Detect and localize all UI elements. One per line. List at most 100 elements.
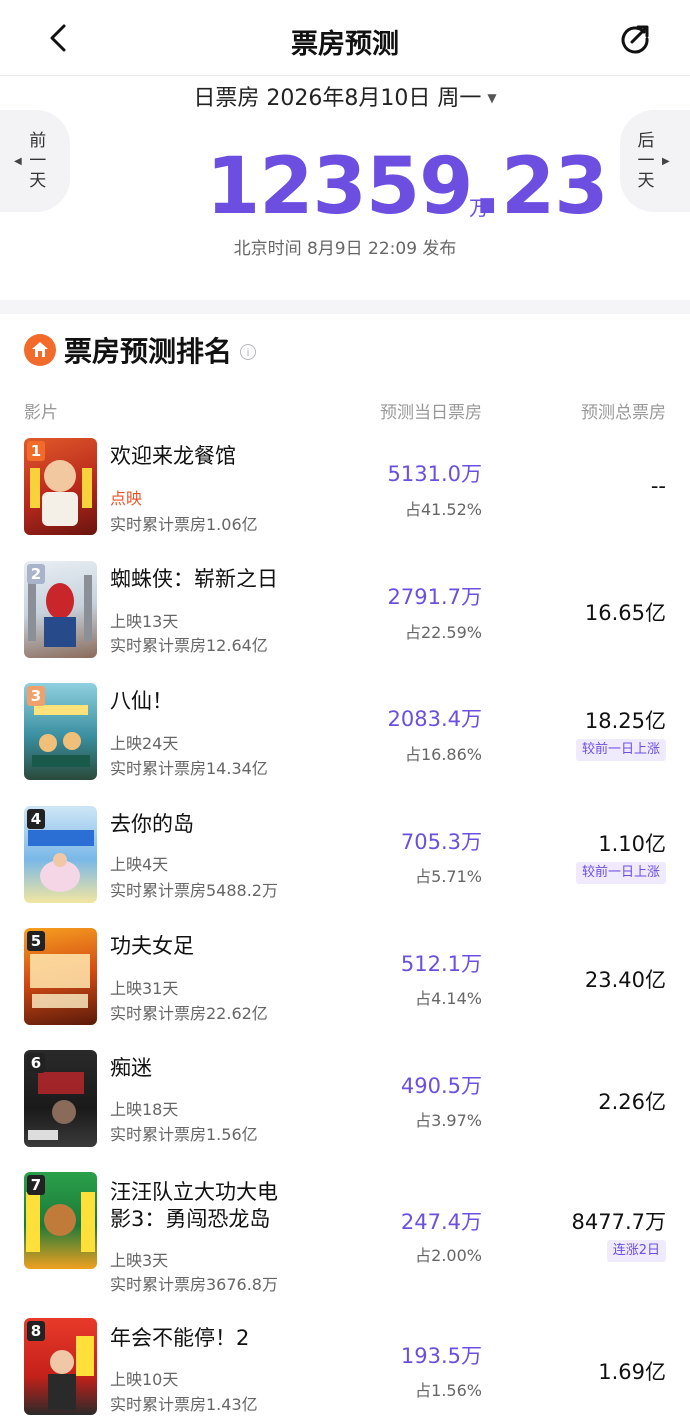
movie-status: 上映10天 <box>110 1370 179 1389</box>
movie-name: 功夫女足 <box>110 934 194 958</box>
page-title: 票房预测 <box>291 29 399 60</box>
list-item[interactable]: 1 欢迎来龙餐馆 点映 实时累计票房1.06亿 5131.0万 占41.52% … <box>0 438 690 538</box>
date-label: 日票房 2026年8月10日 周一 <box>193 86 482 111</box>
movie-name: 蜘蛛侠：崭新之日 <box>110 567 278 591</box>
arrow-right-icon: ▶ <box>662 155 670 167</box>
ranking-title: 票房预测排名 <box>64 335 233 368</box>
info-icon[interactable]: i <box>240 344 257 360</box>
total-box-office-value: 23.40亿 <box>584 968 666 992</box>
day-box-office: 705.3万 <box>400 830 482 854</box>
movie-cumulative: 实时累计票房5488.2万 <box>110 881 278 900</box>
day-box-office: 193.5万 <box>400 1344 482 1368</box>
rank-badge: 5 <box>27 931 45 951</box>
movie-cumulative: 实时累计票房1.06亿 <box>110 515 258 534</box>
total-box-office-value: 8477.7万 <box>571 1210 666 1234</box>
share-percent: 占5.71% <box>415 867 482 886</box>
total-box-office-value: 16.65亿 <box>584 601 666 625</box>
movie-cumulative: 实时累计票房14.34亿 <box>110 759 268 778</box>
list-item[interactable]: 2 蜘蛛侠：崭新之日 上映13天 实时累计票房12.64亿 2791.7万 占2… <box>0 561 690 661</box>
movie-name-line2: 影3：勇闯恐龙岛 <box>110 1207 271 1231</box>
rank-badge: 4 <box>27 809 45 829</box>
share-percent: 占2.00% <box>415 1246 482 1265</box>
rank-badge: 3 <box>27 686 45 706</box>
total-box-office-value: 2.26亿 <box>598 1090 666 1114</box>
total-box-office-value: 1.69亿 <box>598 1360 666 1384</box>
ranking-header: 票房预测排名 i <box>24 330 257 370</box>
trend-tag: 连涨2日 <box>606 1240 666 1262</box>
movie-status: 上映31天 <box>110 979 179 998</box>
total-box-office-value: 1.10亿 <box>598 832 666 856</box>
total-box-office-value: -- <box>650 474 666 498</box>
movie-poster: 5 <box>24 928 97 1025</box>
movie-cumulative: 实时累计票房22.62亿 <box>110 1004 268 1023</box>
list-item[interactable]: 8 年会不能停！2 上映10天 实时累计票房1.43亿 193.5万 占1.56… <box>0 1318 690 1416</box>
col-total-bo: 预测总票房 <box>581 403 666 423</box>
list-item[interactable]: 5 功夫女足 上映31天 实时累计票房22.62亿 512.1万 占4.14% … <box>0 928 690 1028</box>
list-item[interactable]: 3 八仙！ 上映24天 实时累计票房14.34亿 2083.4万 占16.86%… <box>0 683 690 783</box>
total-box-office: 12359.23 <box>206 142 609 232</box>
list-item[interactable]: 6 痴迷 上映18天 实时累计票房1.56亿 490.5万 占3.97% 2.2… <box>0 1050 690 1150</box>
share-percent: 占3.97% <box>415 1111 482 1130</box>
day-box-office: 512.1万 <box>400 952 482 976</box>
movie-name: 八仙！ <box>110 689 173 713</box>
movie-poster: 3 <box>24 683 97 780</box>
date-selector[interactable]: 日票房 2026年8月10日 周一 ▼ <box>0 80 690 112</box>
share-percent: 占4.14% <box>415 989 482 1008</box>
total-unit: 万 <box>469 196 489 220</box>
rank-badge: 6 <box>27 1053 45 1073</box>
total-box-office-value: 18.25亿 <box>584 709 666 733</box>
movie-status: 上映18天 <box>110 1100 179 1119</box>
movie-poster: 8 <box>24 1318 97 1415</box>
next-day-button[interactable]: 后一天 ▶ <box>620 110 690 212</box>
prev-day-button[interactable]: ◀ 前一天 <box>0 110 70 212</box>
share-percent: 占1.56% <box>415 1381 482 1400</box>
day-box-office: 490.5万 <box>400 1074 482 1098</box>
list-item[interactable]: 4 去你的岛 上映4天 实时累计票房5488.2万 705.3万 占5.71% … <box>0 806 690 906</box>
movie-name: 年会不能停！2 <box>110 1326 250 1350</box>
movie-cumulative: 实时累计票房3676.8万 <box>110 1275 278 1294</box>
movie-poster: 1 <box>24 438 97 535</box>
share-icon <box>621 25 649 54</box>
caret-down-icon: ▼ <box>487 91 497 105</box>
trend-tag: 较前一日上涨 <box>575 862 666 884</box>
share-percent: 占16.86% <box>404 745 482 764</box>
share-percent: 占22.59% <box>404 623 482 642</box>
nav-bar: 票房预测 <box>0 0 690 76</box>
day-box-office: 247.4万 <box>400 1210 482 1234</box>
movie-name: 去你的岛 <box>110 812 194 836</box>
movie-poster: 6 <box>24 1050 97 1147</box>
publish-time: 北京时间 8月9日 22:09 发布 <box>233 239 457 259</box>
movie-name: 痴迷 <box>110 1056 152 1080</box>
list-item[interactable]: 7 汪汪队立大功大电 影3：勇闯恐龙岛 上映3天 实时累计票房3676.8万 2… <box>0 1172 690 1294</box>
movie-status: 上映4天 <box>110 855 169 874</box>
next-day-label: 后一天 <box>637 131 655 191</box>
share-percent: 占41.52% <box>404 500 482 519</box>
movie-status: 上映3天 <box>110 1251 169 1270</box>
movie-poster: 7 <box>24 1172 97 1269</box>
rank-badge: 7 <box>27 1175 45 1195</box>
movie-poster: 2 <box>24 561 97 658</box>
rank-badge: 2 <box>27 564 45 584</box>
movie-status: 上映24天 <box>110 734 179 753</box>
movie-cumulative: 实时累计票房1.56亿 <box>110 1125 258 1144</box>
col-day-bo: 预测当日票房 <box>380 403 482 423</box>
prev-day-label: 前一天 <box>29 131 47 191</box>
movie-name: 欢迎来龙餐馆 <box>110 444 236 468</box>
movie-cumulative: 实时累计票房12.64亿 <box>110 636 268 655</box>
movie-name-line1: 汪汪队立大功大电 <box>110 1180 278 1204</box>
day-box-office: 5131.0万 <box>387 462 482 486</box>
movie-poster: 4 <box>24 806 97 903</box>
house-icon <box>24 334 56 366</box>
trend-tag: 较前一日上涨 <box>575 739 666 761</box>
arrow-left-icon: ◀ <box>14 155 22 167</box>
daily-box-office-hero: 日票房 2026年8月10日 周一 ▼ ◀ 前一天 12359.23 万 后一天 … <box>0 76 690 300</box>
movie-cumulative: 实时累计票房1.43亿 <box>110 1395 258 1414</box>
day-box-office: 2791.7万 <box>387 585 482 609</box>
movie-status: 点映 <box>110 489 143 508</box>
day-box-office: 2083.4万 <box>387 707 482 731</box>
share-button[interactable] <box>616 20 654 58</box>
rank-badge: 8 <box>27 1321 45 1341</box>
section-divider <box>0 300 690 314</box>
movie-status: 上映13天 <box>110 612 179 631</box>
col-film: 影片 <box>24 403 58 423</box>
